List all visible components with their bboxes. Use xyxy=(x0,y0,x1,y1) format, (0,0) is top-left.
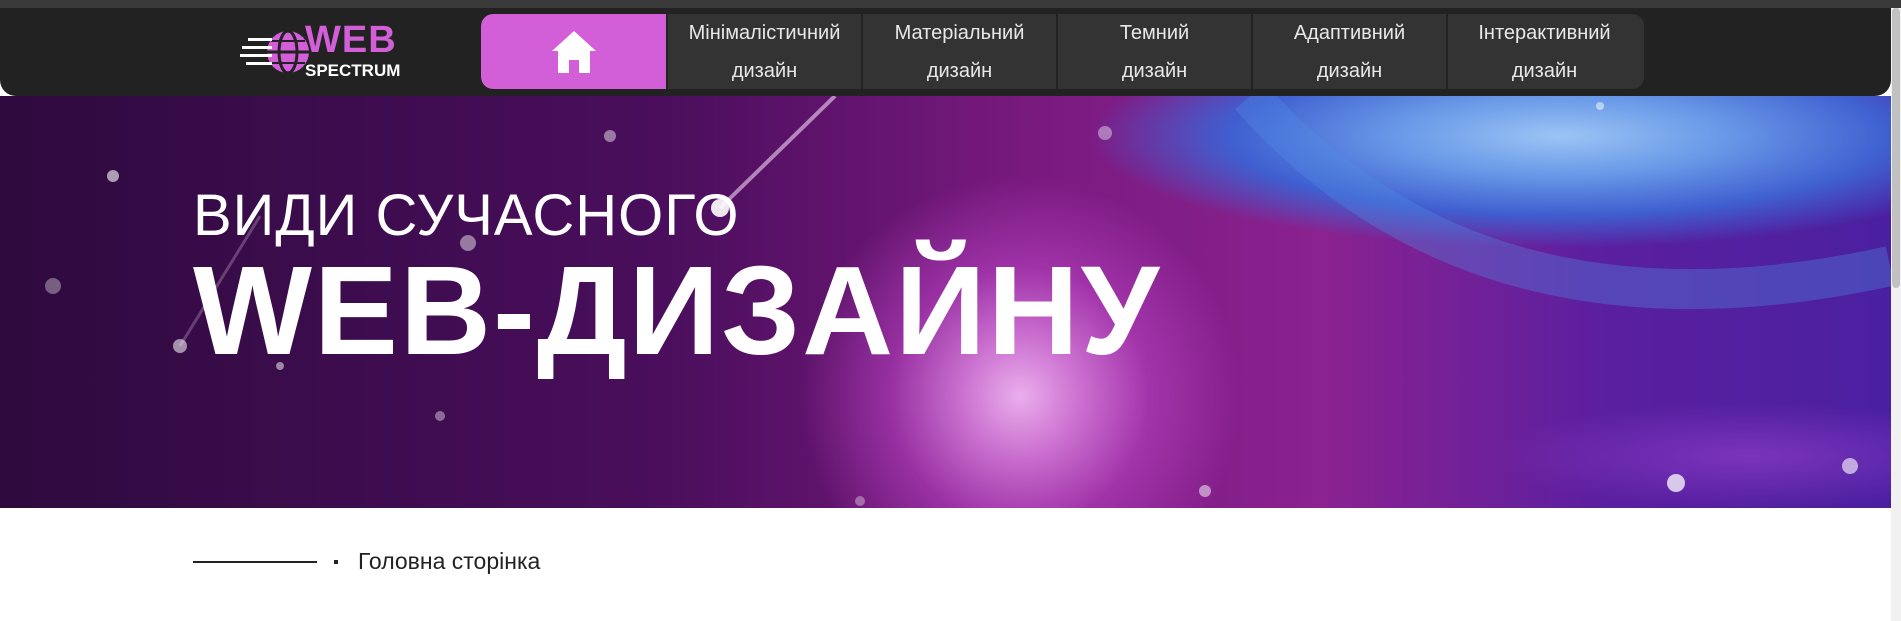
nav-item-label-line2: дизайн xyxy=(1316,59,1383,82)
nav-item-label-line1: Адаптивний xyxy=(1293,21,1406,44)
hero-title: WEB-ДИЗАЙНУ xyxy=(193,240,1162,381)
page: WEB SPECTRUM Мінімалістичний дизайн Мате… xyxy=(0,8,1891,621)
nav-item-label-line2: дизайн xyxy=(1511,59,1578,82)
nav-item-label-line2: дизайн xyxy=(1121,59,1188,82)
nav-item-material[interactable]: Матеріальний дизайн xyxy=(861,14,1056,89)
nav-item-dark[interactable]: Темний дизайн xyxy=(1056,14,1251,89)
main-nav: Мінімалістичний дизайн Матеріальний диза… xyxy=(481,14,1644,89)
nav-item-adaptive[interactable]: Адаптивний дизайн xyxy=(1251,14,1446,89)
hero-banner: ВИДИ СУЧАСНОГО WEB-ДИЗАЙНУ xyxy=(0,96,1891,508)
breadcrumb: Головна сторінка xyxy=(193,548,540,575)
breadcrumb-bullet xyxy=(334,559,338,564)
nav-item-label-line1: Інтерактивний xyxy=(1478,21,1611,44)
home-icon xyxy=(551,30,596,73)
nav-item-minimalist[interactable]: Мінімалістичний дизайн xyxy=(666,14,861,89)
nav-item-label-line1: Темний xyxy=(1119,21,1190,44)
site-header: WEB SPECTRUM Мінімалістичний дизайн Мате… xyxy=(0,8,1891,96)
breadcrumb-home-link[interactable]: Головна сторінка xyxy=(358,548,540,575)
scrollbar-thumb[interactable] xyxy=(1892,8,1900,288)
nav-item-interactive[interactable]: Інтерактивний дизайн xyxy=(1446,14,1641,89)
nav-item-label-line1: Матеріальний xyxy=(894,21,1025,44)
logo-primary-text: WEB xyxy=(305,19,397,61)
nav-item-label-line2: дизайн xyxy=(731,59,798,82)
globe-speed-icon xyxy=(240,29,309,75)
nav-item-label-line2: дизайн xyxy=(926,59,993,82)
site-logo[interactable]: WEB SPECTRUM xyxy=(240,16,410,86)
nav-home-button[interactable] xyxy=(481,14,666,89)
breadcrumb-divider-line xyxy=(193,560,317,563)
nav-item-label-line1: Мінімалістичний xyxy=(688,21,841,44)
logo-secondary-text: SPECTRUM xyxy=(305,61,401,80)
